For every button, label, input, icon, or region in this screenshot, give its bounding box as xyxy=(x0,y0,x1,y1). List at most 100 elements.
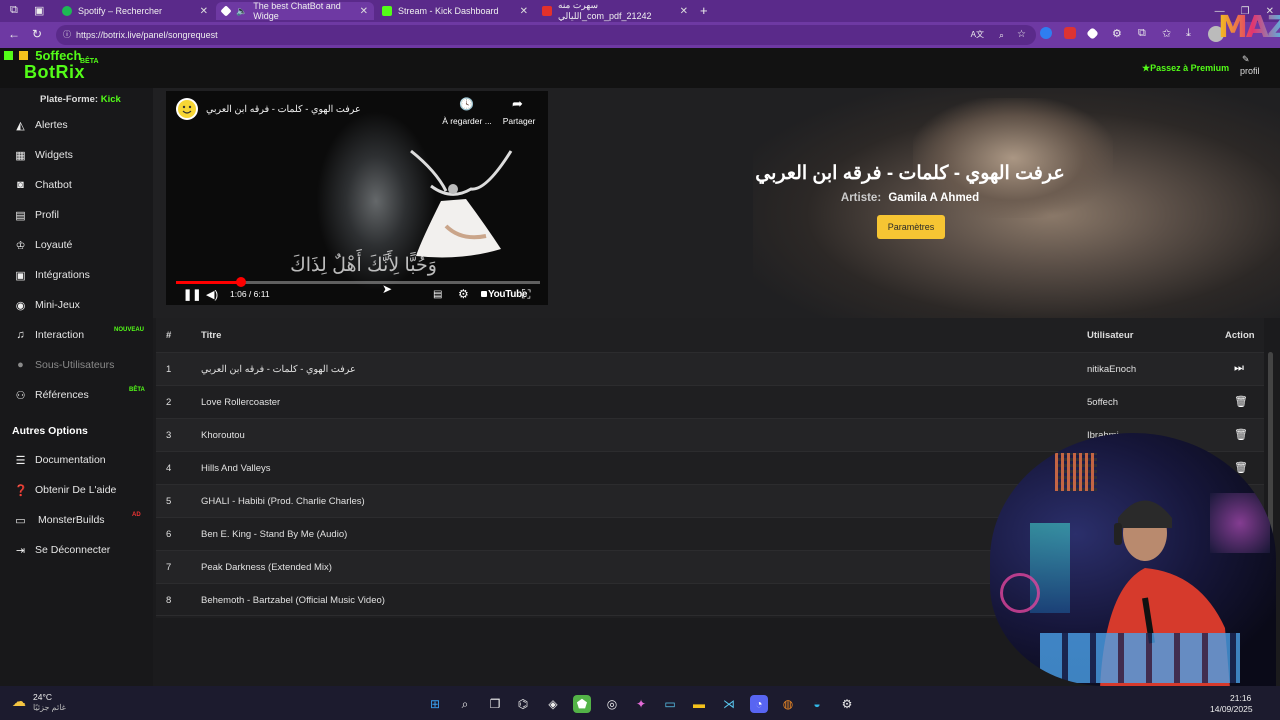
star-icon: ★ xyxy=(1142,63,1151,73)
progress-handle[interactable] xyxy=(236,277,246,287)
reload-icon[interactable]: ↻ xyxy=(32,27,42,41)
tab-kick-dashboard[interactable]: Stream - Kick Dashboard ✕ xyxy=(376,2,534,20)
smiley-icon xyxy=(178,100,196,118)
sidebar-item-profil[interactable]: ▤ Profil xyxy=(14,207,59,223)
tab-pdf[interactable]: سهرت منه الليالي_com_pdf_21242 ✕ xyxy=(536,0,694,21)
favorites-icon[interactable]: ✩ xyxy=(1162,27,1171,40)
speaker-icon[interactable]: 🔈 xyxy=(236,6,247,17)
sidebar-item-monsterbuilds[interactable]: ▭ MonsterBuilds xyxy=(14,512,104,528)
tab-spotify[interactable]: Spotify – Rechercher ✕ xyxy=(56,2,214,20)
sidebar-item-references[interactable]: ⚇ Références xyxy=(14,387,89,403)
site-info-icon[interactable]: ⓘ xyxy=(63,25,71,45)
zoom-icon[interactable]: ⌕ xyxy=(999,25,1004,45)
url-field[interactable]: ⓘ https://botrix.live/panel/songrequest … xyxy=(56,25,1036,45)
tab-actions-icon[interactable]: ▣ xyxy=(34,4,44,17)
sidebar-item-chatbot[interactable]: ◙ Chatbot xyxy=(14,177,72,193)
settings-app-icon[interactable]: ⚙ xyxy=(838,695,856,713)
logout-icon: ⇥ xyxy=(15,544,26,557)
window-app-icon[interactable]: ▭ xyxy=(661,695,679,713)
brand-logo[interactable]: 5offech xyxy=(4,48,81,63)
monitor-icon: ▭ xyxy=(15,514,26,527)
youtube-logo[interactable]: YouTube xyxy=(481,289,528,300)
music-note-icon: ♫ xyxy=(16,329,25,341)
weather-cloud-sun-icon[interactable]: ☁ xyxy=(12,693,26,710)
row-title: Love Rollercoaster xyxy=(201,397,281,408)
now-playing-artist: Artiste: Gamila A Ahmed xyxy=(700,192,1120,204)
whirling-dervish-image xyxy=(410,149,513,258)
premium-link[interactable]: ★Passez à Premium xyxy=(1142,63,1229,74)
sidebar-item-mini-jeux[interactable]: ◉ Mini-Jeux xyxy=(14,297,80,313)
docs-icon: ☰ xyxy=(15,454,26,467)
profile-link[interactable]: profil xyxy=(1240,66,1260,76)
brand-name[interactable]: BotRix xyxy=(24,62,85,83)
app-icon[interactable]: ◈ xyxy=(544,695,562,713)
sidebar-item-logout[interactable]: ⇥ Se Déconnecter xyxy=(14,542,110,558)
task-view-icon[interactable]: ❐ xyxy=(486,695,504,713)
pause-icon[interactable]: ❚❚ xyxy=(183,288,201,301)
obs-icon[interactable]: ◎ xyxy=(603,695,621,713)
sidebar-item-help[interactable]: ❓ Obtenir De L'aide xyxy=(14,482,116,498)
maz-text: MAZ xyxy=(1218,10,1280,45)
extension-red-icon[interactable] xyxy=(1064,27,1076,39)
sidebar-item-documentation[interactable]: ☰ Documentation xyxy=(14,452,106,468)
search-icon[interactable]: ⌕ xyxy=(456,695,474,713)
close-tab-icon[interactable]: ✕ xyxy=(360,6,368,17)
pdf-icon xyxy=(542,6,552,16)
volume-icon[interactable]: ◀) xyxy=(206,288,218,301)
kick-logo-icon xyxy=(4,51,13,60)
sidebar-item-alertes[interactable]: ◭ Alertes xyxy=(14,117,67,133)
windows-start-icon[interactable]: ⊞ xyxy=(426,695,444,713)
network-app-icon[interactable]: ⌬ xyxy=(514,695,532,713)
extensions-icon[interactable]: ⧉ xyxy=(1138,27,1146,40)
downloads-icon[interactable]: ⤓ xyxy=(1186,27,1191,40)
workspaces-icon[interactable]: ⧉ xyxy=(10,4,18,17)
sidebar-item-widgets[interactable]: ▦ Widgets xyxy=(14,147,73,163)
clock-icon[interactable]: 🕓 xyxy=(459,97,474,111)
share-button[interactable]: Partager xyxy=(500,116,538,126)
copilot-icon[interactable]: ✦ xyxy=(632,695,650,713)
new-tab-icon[interactable]: + xyxy=(700,3,708,18)
trash-icon[interactable]: 🗑 xyxy=(1234,428,1248,441)
sidebar-item-label: Chatbot xyxy=(35,179,72,191)
favorite-star-icon[interactable]: ☆ xyxy=(1017,25,1026,45)
back-icon[interactable]: ← xyxy=(8,27,20,41)
channel-avatar[interactable] xyxy=(176,98,198,120)
streaming-app-icon[interactable]: ⬟ xyxy=(573,695,591,713)
gamepad-icon: ◉ xyxy=(15,299,26,312)
sidebar-item-sous-utilisateurs[interactable]: ● Sous-Utilisateurs xyxy=(14,357,114,373)
settings-gear-icon[interactable]: ⚙ xyxy=(458,287,469,301)
sidebar-item-interaction[interactable]: ♫ Interaction xyxy=(14,327,84,343)
discord-icon[interactable]: ◔ xyxy=(750,695,768,713)
row-title: Hills And Valleys xyxy=(201,463,271,474)
table-row: 2 Love Rollercoaster 5offech 🗑 xyxy=(156,385,1264,418)
close-tab-icon[interactable]: ✕ xyxy=(680,6,688,17)
extension-gear-icon[interactable]: ⚙ xyxy=(1112,27,1122,40)
parametres-button[interactable]: Paramètres xyxy=(877,215,945,239)
now-playing-title: عرفت الهوي - كلمات - فرقه ابن العربي xyxy=(755,163,1065,184)
taskbar-clock-time[interactable]: 21:16 xyxy=(1230,693,1251,703)
beta-badge: BÊTA xyxy=(129,387,145,393)
watch-later-button[interactable]: À regarder ... xyxy=(441,116,493,126)
trash-icon[interactable]: 🗑 xyxy=(1234,395,1248,408)
browser-app-icon[interactable]: ◍ xyxy=(779,695,797,713)
skip-icon[interactable]: ⏭ xyxy=(1234,362,1244,375)
taskbar-clock-date[interactable]: 14/09/2025 xyxy=(1210,704,1253,714)
extension-botrix-icon[interactable] xyxy=(1086,27,1099,40)
pencil-icon[interactable]: ✎ xyxy=(1242,54,1250,65)
share-icon[interactable]: ➦ xyxy=(512,96,523,112)
sidebar-item-integrations[interactable]: ▣ Intégrations xyxy=(14,267,90,283)
extension-copilot-icon[interactable] xyxy=(1040,27,1052,39)
translate-icon[interactable]: A文 xyxy=(971,25,984,45)
tab-botrix[interactable]: 🔈 The best ChatBot and Widge ✕ xyxy=(216,1,374,21)
fullscreen-icon[interactable]: ⛶ xyxy=(522,287,530,302)
close-tab-icon[interactable]: ✕ xyxy=(200,6,208,17)
file-explorer-icon[interactable]: ▬ xyxy=(690,695,708,713)
video-title[interactable]: عرفت الهوي - كلمات - فرقه ابن العربي xyxy=(206,104,361,115)
sidebar-item-loyaute[interactable]: ♔ Loyauté xyxy=(14,237,73,253)
crown-icon xyxy=(18,51,28,60)
captions-icon[interactable]: ▤ xyxy=(433,289,442,300)
close-tab-icon[interactable]: ✕ xyxy=(520,6,528,17)
edge-icon[interactable]: ◒ xyxy=(808,695,826,713)
code-editor-icon[interactable]: ⋊ xyxy=(720,695,738,713)
weather-temperature[interactable]: 24°C xyxy=(33,692,52,702)
